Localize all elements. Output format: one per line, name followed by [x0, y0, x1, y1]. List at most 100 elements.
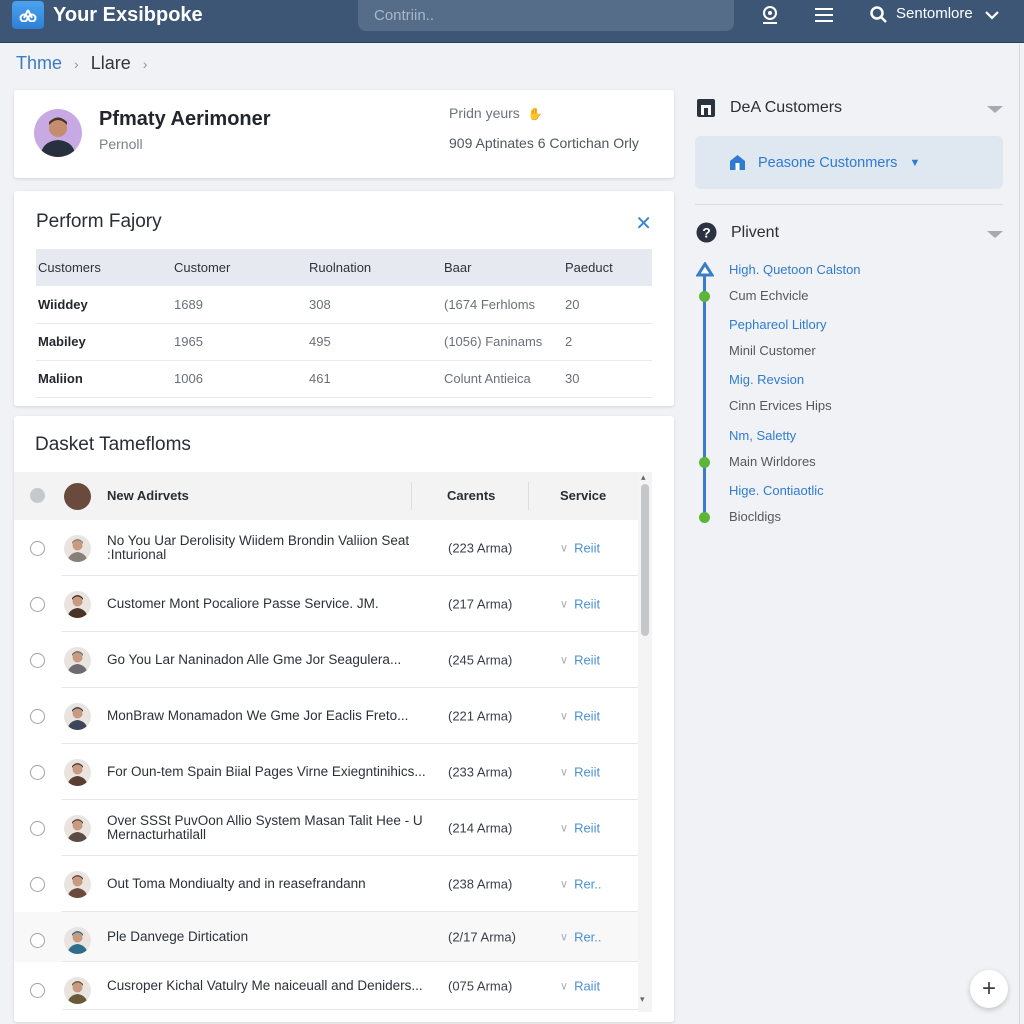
list-item-count: (223 Arma) [448, 540, 513, 556]
breadcrumb-home[interactable]: Thme [16, 53, 62, 74]
list-item[interactable]: Go You Lar Naninadon Alle Gme Jor Seagul… [14, 632, 638, 688]
list-item[interactable]: MonBraw Monamadon We Gme Jor Eaclis Fret… [14, 688, 638, 744]
timeline-item[interactable]: Nm, Saletty [729, 428, 796, 443]
timeline-dot [699, 457, 710, 468]
row-radio[interactable] [30, 933, 45, 948]
column-header[interactable]: Baar [442, 249, 563, 286]
row-action-label: Reiit [574, 764, 601, 780]
row-action-button[interactable]: ∨ Reiit [560, 541, 600, 556]
search-button[interactable] [867, 3, 891, 27]
webcam-button[interactable] [758, 3, 782, 27]
list-card: Dasket Tamefloms New Adirvets Carents Se… [14, 416, 674, 1022]
list-header-label[interactable]: New Adirvets [107, 488, 189, 503]
collapse-caret-icon[interactable] [987, 231, 1003, 238]
add-button[interactable]: + [970, 970, 1008, 1008]
timeline-item[interactable]: Hige. Contiaotlic [729, 483, 824, 498]
list-rows: No You Uar Derolisity Wiidem Brondin Val… [14, 520, 638, 1010]
list-item[interactable]: Out Toma Mondiualty and in reasefrandann… [14, 856, 638, 912]
column-header-service[interactable]: Service [560, 488, 606, 503]
column-header[interactable]: Customers [36, 249, 172, 286]
row-radio[interactable] [30, 597, 45, 612]
list-item-text: Customer Mont Pocaliore Passe Service. J… [107, 596, 379, 611]
list-item[interactable]: Customer Mont Pocaliore Passe Service. J… [14, 576, 638, 632]
row-radio[interactable] [30, 821, 45, 836]
column-header[interactable]: Ruolnation [307, 249, 442, 286]
row-action-button[interactable]: ∨ Reiit [560, 821, 600, 836]
timeline-item: Cinn Ervices Hips [729, 398, 832, 413]
timeline-item[interactable]: High. Quetoon Calston [729, 262, 861, 277]
section-label: DeA Customers [730, 99, 843, 116]
hand-icon: ✋ [527, 107, 543, 121]
row-action-button[interactable]: ∨ Reiit [560, 597, 600, 612]
breadcrumb-current[interactable]: Llare [91, 53, 131, 74]
table-cell: 2 [563, 323, 652, 361]
row-radio[interactable] [30, 653, 45, 668]
row-action-button[interactable]: ∨ Reiit [560, 709, 600, 724]
avatar [64, 703, 91, 730]
search-input[interactable] [358, 0, 734, 31]
close-button[interactable]: ✕ [635, 211, 652, 236]
table-row[interactable]: Maliion 1006 461 Colunt Antieica 30 [36, 360, 652, 398]
column-header-carents[interactable]: Carents [447, 488, 495, 503]
select-all-radio[interactable] [30, 488, 45, 503]
list-item-count: (233 Arma) [448, 764, 513, 780]
table-cell: 1689 [172, 286, 307, 324]
row-action-label: Raiit [574, 978, 601, 994]
collapse-caret-icon[interactable] [987, 106, 1003, 113]
table-cell: Wiiddey [36, 286, 172, 324]
scroll-down-icon[interactable]: ▾ [640, 994, 645, 1005]
row-action-button[interactable]: ∨ Raiit [560, 979, 600, 994]
column-divider [411, 482, 412, 510]
row-action-label: Rer.. [574, 929, 602, 945]
table-row[interactable]: Wiiddey 1689 308 (1674 Ferhloms 20 [36, 286, 652, 324]
timeline-item[interactable]: Mig. Revsion [729, 372, 804, 387]
row-radio[interactable] [30, 877, 45, 892]
timeline-line [703, 268, 706, 522]
menu-icon [815, 8, 833, 22]
row-radio[interactable] [30, 709, 45, 724]
row-action-button[interactable]: ∨ Reiit [560, 765, 600, 780]
right-panel: DeA Customers Peasone Custonmers ▼ ? Pli… [684, 44, 1020, 1024]
row-radio[interactable] [30, 983, 45, 998]
list-item[interactable]: For Oun-tem Spain Biial Pages Virne Exie… [14, 744, 638, 800]
search-bar[interactable] [358, 0, 734, 31]
table-row[interactable]: Mabiley 1965 495 (1056) Faninams 2 [36, 323, 652, 361]
list-item-text: Over SSSt PuvOon Allio System Masan Tali… [107, 813, 423, 842]
column-header[interactable]: Paeduct [563, 249, 652, 286]
list-item-count: (2/17 Arma) [448, 929, 516, 945]
row-action-label: Reiit [574, 708, 601, 724]
section-plivent[interactable]: ? Plivent [696, 222, 779, 243]
row-action-label: Reiit [574, 540, 601, 556]
profile-meta: Pridn yeurs ✋ [449, 105, 543, 121]
building-icon [697, 99, 715, 117]
section-dea-customers[interactable]: DeA Customers [696, 98, 842, 118]
row-radio[interactable] [30, 541, 45, 556]
chevron-down-icon: ∨ [560, 542, 569, 555]
logo[interactable] [12, 1, 44, 29]
table-cell: 1006 [172, 360, 307, 398]
subitem-peasone-customers[interactable]: Peasone Custonmers ▼ [695, 136, 1003, 189]
scrollbar[interactable]: ▴ ▾ [638, 472, 652, 1012]
list-item[interactable]: No You Uar Derolisity Wiidem Brondin Val… [14, 520, 638, 576]
timeline-dot [699, 512, 710, 523]
list-item-text: Go You Lar Naninadon Alle Gme Jor Seagul… [107, 652, 402, 667]
row-action-button[interactable]: ∨ Rer.. [560, 877, 602, 892]
breadcrumb-separator-icon: › [74, 55, 79, 72]
user-menu-toggle[interactable] [980, 3, 1004, 27]
row-action-button[interactable]: ∨ Rer.. [560, 930, 602, 945]
column-header[interactable]: Customer [172, 249, 307, 286]
list-item[interactable]: Ple Danvege Dirtication (2/17 Arma) ∨ Rer.. [14, 912, 638, 962]
chevron-down-icon: ∨ [560, 980, 569, 993]
list-item-count: (221 Arma) [448, 708, 513, 724]
row-action-label: Reiit [574, 820, 601, 836]
timeline-item[interactable]: Pephareol Litlory [729, 317, 827, 332]
list-item[interactable]: Cusroper Kichal Vatulry Me naiceuall and… [14, 962, 638, 1010]
list-item[interactable]: Over SSSt PuvOon Allio System Masan Tali… [14, 800, 638, 856]
row-action-button[interactable]: ∨ Reiit [560, 653, 600, 668]
scrollbar-thumb[interactable] [641, 484, 649, 636]
top-bar: Your Exsibpoke Sentomlore [0, 0, 1024, 43]
menu-button[interactable] [812, 3, 836, 27]
scroll-up-icon[interactable]: ▴ [641, 472, 646, 483]
row-radio[interactable] [30, 765, 45, 780]
user-menu[interactable]: Sentomlore [896, 5, 973, 22]
